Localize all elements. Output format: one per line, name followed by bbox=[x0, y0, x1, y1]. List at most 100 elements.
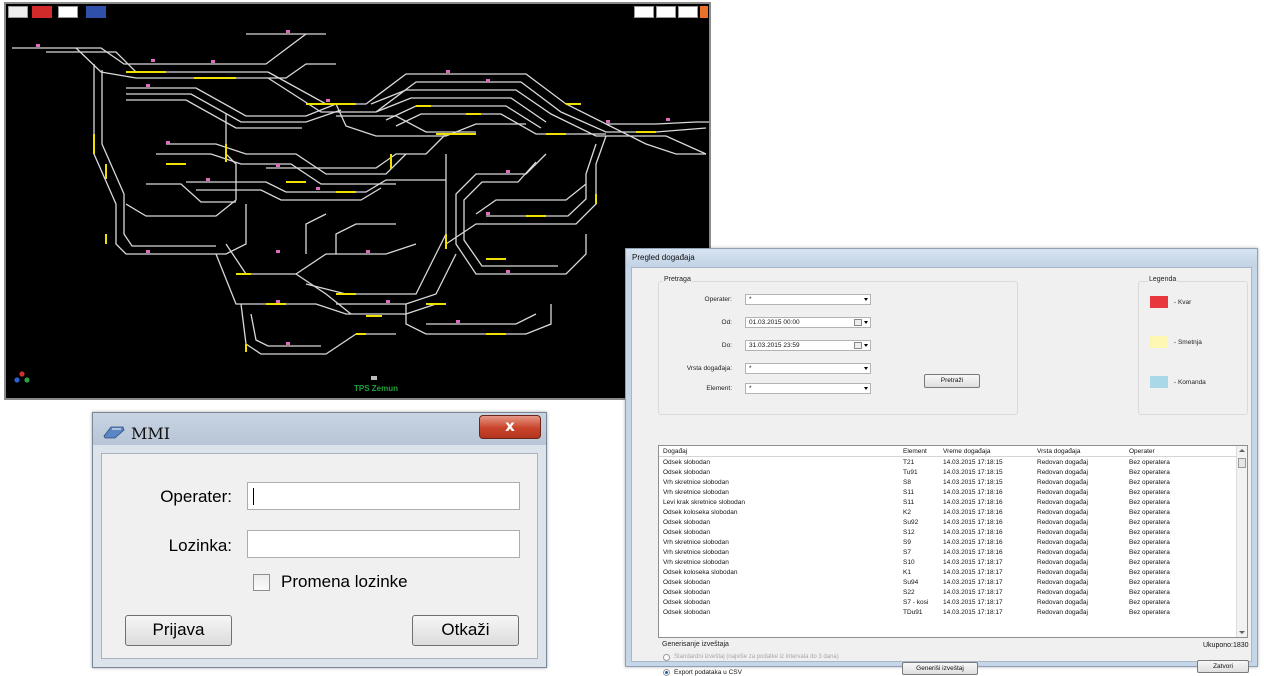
cell-event: Odsek slobodan bbox=[663, 529, 710, 536]
legend-title: Legenda bbox=[1148, 276, 1178, 283]
cell-element: T21 bbox=[903, 459, 915, 466]
cell-type: Redovan događaj bbox=[1037, 549, 1088, 556]
cell-type: Redovan događaj bbox=[1037, 509, 1088, 516]
top-right-box-2[interactable] bbox=[656, 6, 676, 18]
cell-element: S12 bbox=[903, 529, 915, 536]
login-titlebar[interactable]: MMI x bbox=[93, 413, 546, 445]
column-header-operator[interactable]: Operater bbox=[1129, 448, 1155, 455]
close-dialog-button[interactable]: Zatvori bbox=[1197, 660, 1249, 673]
filter-event-type-combo[interactable]: * bbox=[745, 363, 871, 374]
table-row[interactable]: Odsek slobodan Su94 14.03.2015 17:18:17 Red… bbox=[659, 578, 1236, 587]
top-info-box-3[interactable] bbox=[58, 6, 78, 18]
calendar-icon bbox=[854, 342, 862, 349]
station-marker bbox=[371, 376, 377, 380]
cell-operator: Bez operatera bbox=[1129, 459, 1170, 466]
cell-time: 14.03.2015 17:18:17 bbox=[943, 609, 1003, 616]
login-button[interactable]: Prijava bbox=[125, 615, 232, 646]
table-row[interactable]: Odsek slobodan S22 14.03.2015 17:18:17 Redo… bbox=[659, 588, 1236, 597]
report-group-title: Generisanje izveštaja bbox=[661, 641, 730, 648]
table-row[interactable]: Vrh skretnice slobodan S8 14.03.2015 17:18… bbox=[659, 478, 1236, 487]
table-row[interactable]: Odsek slobodan Su92 14.03.2015 17:18:16 Red… bbox=[659, 518, 1236, 527]
cell-event: Odsek slobodan bbox=[663, 599, 710, 606]
cell-time: 14.03.2015 17:18:16 bbox=[943, 499, 1003, 506]
close-button[interactable]: x bbox=[479, 415, 541, 439]
events-titlebar[interactable]: Pregled događaja bbox=[626, 249, 1257, 267]
column-header-element[interactable]: Element bbox=[903, 448, 927, 455]
dropdown-arrow-icon bbox=[864, 298, 868, 301]
filter-from-datetime[interactable]: 01.03.2015 00:00 bbox=[745, 317, 871, 328]
report-standard-radio[interactable] bbox=[663, 654, 670, 661]
cell-event: Odsek slobodan bbox=[663, 469, 710, 476]
cell-operator: Bez operatera bbox=[1129, 549, 1170, 556]
cell-time: 14.03.2015 17:18:16 bbox=[943, 549, 1003, 556]
filter-element-label: Element: bbox=[706, 385, 732, 392]
table-row[interactable]: Odsek koloseka slobodan K2 14.03.2015 17:1… bbox=[659, 508, 1236, 517]
cell-type: Redovan događaj bbox=[1037, 609, 1088, 616]
cell-operator: Bez operatera bbox=[1129, 519, 1170, 526]
change-password-checkbox[interactable] bbox=[253, 574, 270, 591]
cell-operator: Bez operatera bbox=[1129, 609, 1170, 616]
column-header-event[interactable]: Događaj bbox=[663, 448, 687, 455]
close-icon: x bbox=[505, 417, 515, 435]
cell-time: 14.03.2015 17:18:16 bbox=[943, 539, 1003, 546]
cell-operator: Bez operatera bbox=[1129, 559, 1170, 566]
filter-operator-combo[interactable]: * bbox=[745, 294, 871, 305]
table-row[interactable]: Odsek koloseka slobodan K1 14.03.2015 17:1… bbox=[659, 568, 1236, 577]
cell-element: S8 bbox=[903, 479, 911, 486]
generate-report-button[interactable]: Generiši izveštaj bbox=[902, 662, 978, 675]
top-right-box-4[interactable] bbox=[700, 6, 708, 18]
cell-type: Redovan događaj bbox=[1037, 579, 1088, 586]
cell-time: 14.03.2015 17:18:16 bbox=[943, 529, 1003, 536]
cell-element: Su94 bbox=[903, 579, 919, 586]
operator-input[interactable] bbox=[247, 482, 520, 510]
table-row[interactable]: Vrh skretnice slobodan S11 14.03.2015 17:1… bbox=[659, 488, 1236, 497]
change-password-label[interactable]: Promena lozinke bbox=[281, 572, 408, 592]
scroll-up-icon[interactable] bbox=[1239, 449, 1245, 452]
table-header: Događaj Element Vreme događaja Vrsta dog… bbox=[659, 446, 1236, 457]
cell-type: Redovan događaj bbox=[1037, 469, 1088, 476]
cell-type: Redovan događaj bbox=[1037, 459, 1088, 466]
cell-time: 14.03.2015 17:18:15 bbox=[943, 459, 1003, 466]
cancel-button[interactable]: Otkaži bbox=[412, 615, 519, 646]
search-button[interactable]: Pretraži bbox=[924, 374, 980, 388]
cell-type: Redovan događaj bbox=[1037, 589, 1088, 596]
filter-element-value: * bbox=[749, 385, 752, 392]
filter-to-datetime[interactable]: 31.03.2015 23:59 bbox=[745, 340, 871, 351]
table-row[interactable]: Odsek slobodan T21 14.03.2015 17:18:15 Redo… bbox=[659, 458, 1236, 467]
cell-type: Redovan događaj bbox=[1037, 569, 1088, 576]
app-train-icon bbox=[103, 426, 125, 439]
top-info-box-1[interactable] bbox=[8, 6, 28, 18]
cell-event: Vrh skretnice slobodan bbox=[663, 549, 729, 556]
column-header-type[interactable]: Vrsta događaja bbox=[1037, 448, 1081, 455]
calendar-icon bbox=[854, 319, 862, 326]
table-row[interactable]: Odsek slobodan S7 - kosi 14.03.2015 17:18:… bbox=[659, 598, 1236, 607]
top-right-box-3[interactable] bbox=[678, 6, 698, 18]
top-info-box-4[interactable] bbox=[86, 6, 106, 18]
cell-element: S11 bbox=[903, 489, 915, 496]
vertical-scrollbar[interactable] bbox=[1236, 446, 1247, 637]
report-standard-label[interactable]: Standardni izveštaj (najviše za podatke … bbox=[674, 654, 839, 660]
filter-element-combo[interactable]: * bbox=[745, 383, 871, 394]
table-row[interactable]: Vrh skretnice slobodan S9 14.03.2015 17:18… bbox=[659, 538, 1236, 547]
scroll-down-icon[interactable] bbox=[1239, 631, 1245, 634]
cell-time: 14.03.2015 17:18:16 bbox=[943, 519, 1003, 526]
scrollbar-thumb[interactable] bbox=[1238, 458, 1246, 468]
report-csv-radio[interactable] bbox=[663, 669, 670, 676]
top-info-box-2[interactable] bbox=[32, 6, 52, 18]
top-right-box-1[interactable] bbox=[634, 6, 654, 18]
cell-operator: Bez operatera bbox=[1129, 489, 1170, 496]
table-row[interactable]: Levi krak skretnice slobodan S11 14.03.201… bbox=[659, 498, 1236, 507]
cell-operator: Bez operatera bbox=[1129, 499, 1170, 506]
table-row[interactable]: Odsek slobodan TDu91 14.03.2015 17:18:17 Re… bbox=[659, 608, 1236, 617]
table-row[interactable]: Odsek slobodan Tu91 14.03.2015 17:18:15 Red… bbox=[659, 468, 1236, 477]
cell-event: Odsek slobodan bbox=[663, 579, 710, 586]
cell-event: Odsek slobodan bbox=[663, 609, 710, 616]
events-table[interactable]: Događaj Element Vreme događaja Vrsta dog… bbox=[658, 445, 1248, 638]
report-csv-label[interactable]: Export podataka u CSV bbox=[674, 669, 742, 676]
table-row[interactable]: Odsek slobodan S12 14.03.2015 17:18:16 Redo… bbox=[659, 528, 1236, 537]
column-header-time[interactable]: Vreme događaja bbox=[943, 448, 990, 455]
cell-operator: Bez operatera bbox=[1129, 479, 1170, 486]
table-row[interactable]: Vrh skretnice slobodan S10 14.03.2015 17:1… bbox=[659, 558, 1236, 567]
table-row[interactable]: Vrh skretnice slobodan S7 14.03.2015 17:18… bbox=[659, 548, 1236, 557]
password-input[interactable] bbox=[247, 530, 520, 558]
